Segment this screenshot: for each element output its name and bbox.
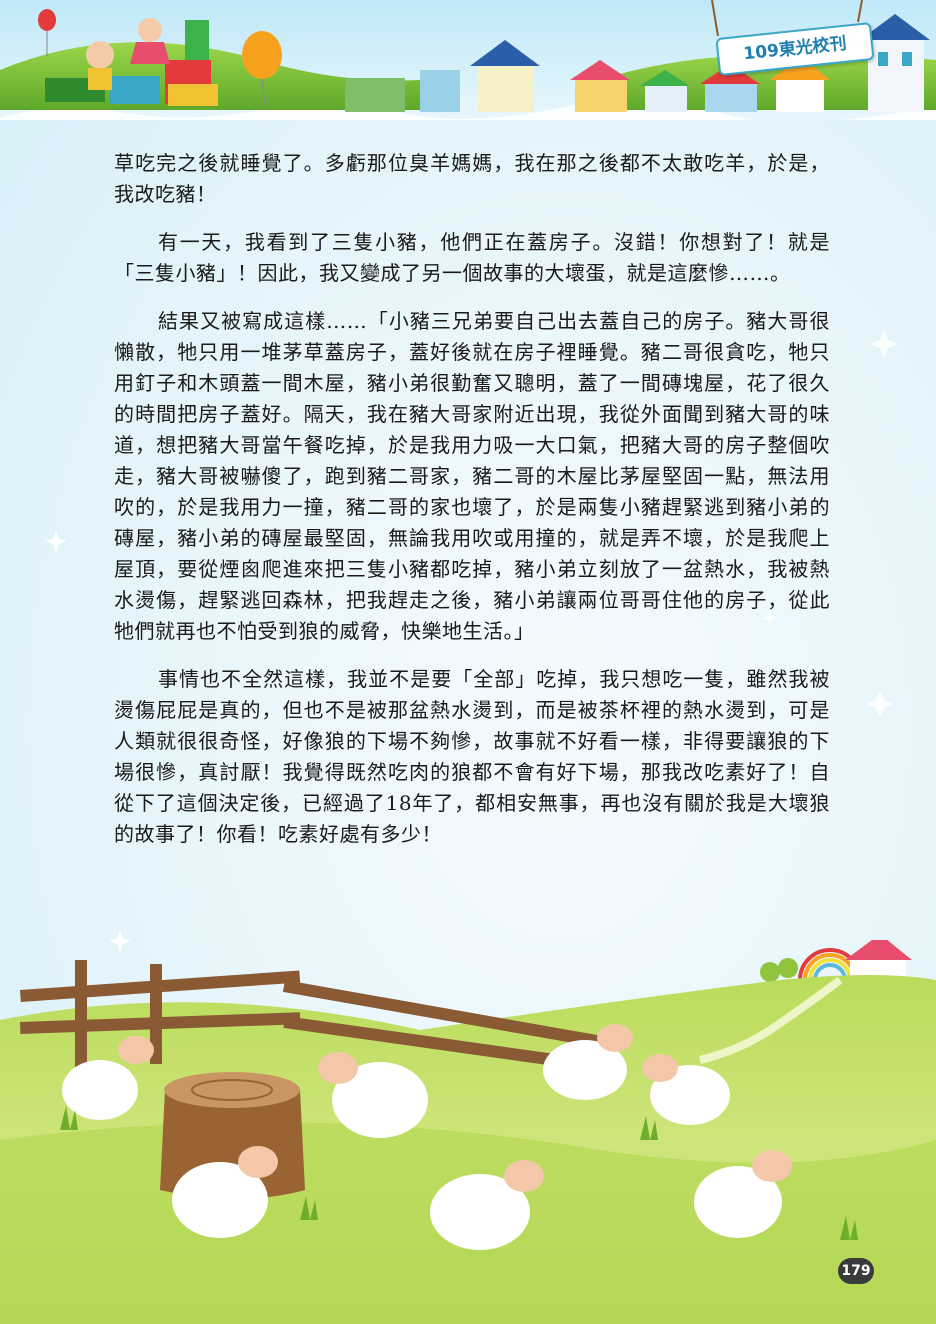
sparkle-star-icon: [870, 330, 898, 358]
page-number: 179: [838, 1258, 874, 1284]
house-icon: [845, 940, 912, 960]
article-paragraph: 有一天，我看到了三隻小豬，他們正在蓋房子。沒錯！你想對了！就是「三隻小豬」！因此…: [114, 230, 830, 285]
article-paragraph: 結果又被寫成這樣……「小豬三兄弟要自己出去蓋自己的房子。豬大哥很懶散，牠只用一堆…: [114, 309, 830, 643]
article-body: 草吃完之後就睡覺了。多虧那位臭羊媽媽，我在那之後都不太敢吃羊，於是，我改吃豬！ …: [114, 148, 830, 867]
article-paragraph: 事情也不全然這樣，我並不是要「全部」吃掉，我只想吃一隻，雖然我被燙傷屁屁是真的，…: [114, 667, 830, 846]
magazine-page: 109東光校刊 草吃完之後就睡覺了。多虧那位臭羊媽媽，我在那之後都不太敢吃羊，於…: [0, 0, 936, 1324]
article-paragraph: 草吃完之後就睡覺了。多虧那位臭羊媽媽，我在那之後都不太敢吃羊，於是，我改吃豬！: [114, 151, 830, 206]
sparkle-star-icon: [866, 690, 894, 718]
child-figure: [138, 18, 162, 42]
balloon-icon: [38, 9, 56, 31]
balloon-icon: [242, 31, 282, 79]
sparkle-star-icon: [45, 530, 67, 552]
child-figure: [86, 41, 114, 69]
meadow-sheep-illustration: [0, 940, 936, 1324]
